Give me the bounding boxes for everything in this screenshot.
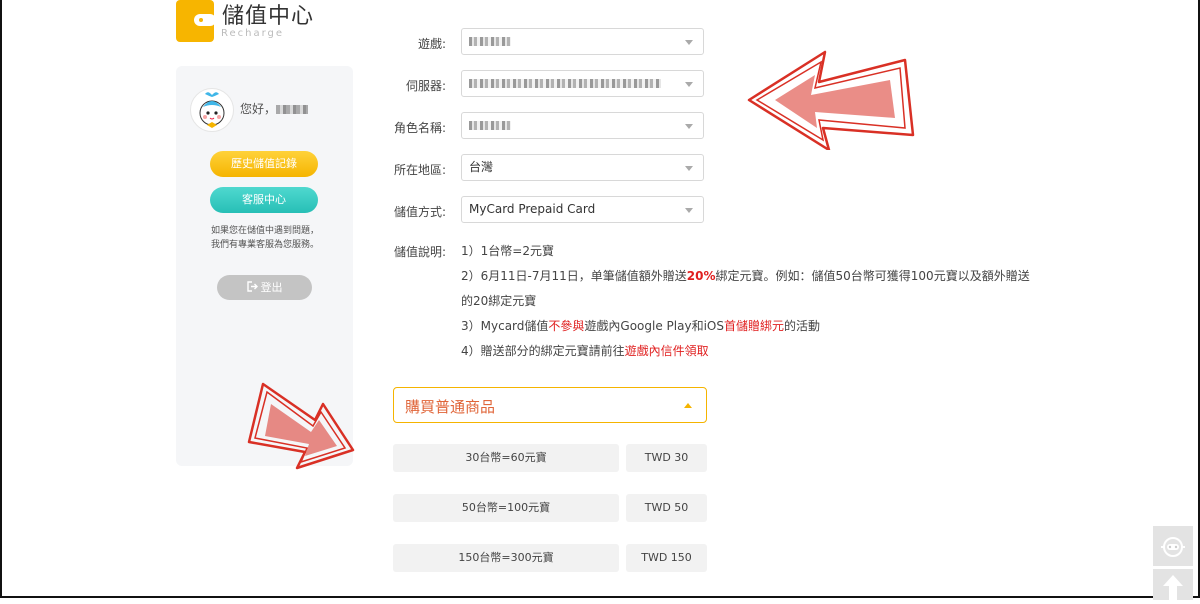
region-value: 台灣 xyxy=(469,160,494,174)
help-text-line: 如果您在儲值中遇到問題， xyxy=(210,226,319,236)
character-value-redacted xyxy=(469,121,511,130)
description-line-2: 2）6月11日-7月11日，单筆儲值額外贈送20%綁定元寶。例如：儲值50台幣可… xyxy=(461,267,1030,284)
help-text: 如果您在儲值中遇到問題， 我們有專業客服為您服務。 xyxy=(190,224,340,252)
description-line-1: 1）1台幣=2元寶 xyxy=(461,244,554,258)
product-price[interactable]: TWD 30 xyxy=(626,444,707,472)
description-text: 2）6月11日-7月11日，单筆儲值額外贈送 xyxy=(461,269,687,283)
description-line-4: 4）贈送部分的綁定元寶請前往遊戲內信件領取 xyxy=(461,342,709,359)
game-value-redacted xyxy=(469,37,511,46)
chevron-down-icon xyxy=(685,40,693,45)
chevron-down-icon xyxy=(685,82,693,87)
description-text: 綁定元寶。例如：儲值50台幣可獲得100元寶以及額外贈送 xyxy=(715,269,1030,283)
game-select[interactable] xyxy=(461,28,704,55)
description-highlight: 20% xyxy=(686,269,716,283)
description-line-3: 3）Mycard儲值不參與遊戲內Google Play和iOS首儲贈綁元的活動 xyxy=(461,317,820,334)
chevron-down-icon xyxy=(685,166,693,171)
description-highlight: 首儲贈綁元 xyxy=(723,319,784,333)
product-option[interactable]: 50台幣=100元寶 xyxy=(393,494,619,522)
back-to-top-button[interactable] xyxy=(1153,569,1193,600)
greeting-label: 您好， xyxy=(240,102,277,116)
method-label: 儲值方式: xyxy=(393,205,446,219)
logout-icon xyxy=(246,281,258,292)
description-text: 的活動 xyxy=(783,319,820,333)
arrow-up-icon xyxy=(1163,575,1183,600)
product-price[interactable]: TWD 150 xyxy=(626,544,707,572)
avatar xyxy=(190,88,234,132)
annotation-arrow-right xyxy=(247,382,355,470)
server-label: 伺服器: xyxy=(405,79,446,93)
chevron-down-icon xyxy=(685,208,693,213)
chevron-down-icon xyxy=(685,124,693,129)
purchase-section-toggle[interactable]: 購買普通商品 xyxy=(393,387,707,423)
logout-button[interactable]: 登出 xyxy=(217,275,312,300)
server-value-redacted xyxy=(469,79,661,88)
game-label: 遊戲: xyxy=(417,37,446,51)
help-text-line: 我們有專業客服為您服務。 xyxy=(210,240,319,250)
payment-method-value: MyCard Prepaid Card xyxy=(469,202,596,216)
region-label: 所在地區: xyxy=(393,163,446,177)
product-option[interactable]: 150台幣=300元寶 xyxy=(393,544,619,572)
chat-robot-icon xyxy=(1161,537,1185,557)
description-text: 3）Mycard儲值 xyxy=(461,319,549,333)
character-label: 角色名稱: xyxy=(393,121,446,135)
logout-label: 登出 xyxy=(260,281,283,294)
wallet-icon xyxy=(176,0,216,42)
purchase-section-label: 購買普通商品 xyxy=(405,398,496,416)
description-text: 遊戲內Google Play和iOS xyxy=(584,319,724,333)
product-price[interactable]: TWD 50 xyxy=(626,494,707,522)
description-highlight: 遊戲內信件領取 xyxy=(624,344,709,358)
username-redacted xyxy=(276,105,309,114)
chevron-up-icon xyxy=(684,403,692,408)
history-button[interactable]: 歷史儲值記錄 xyxy=(210,151,318,177)
description-highlight: 不參與 xyxy=(548,319,585,333)
annotation-arrow-left xyxy=(747,50,915,150)
payment-method-select[interactable]: MyCard Prepaid Card xyxy=(461,196,704,223)
greeting-text: 您好， xyxy=(240,100,309,117)
product-option[interactable]: 30台幣=60元寶 xyxy=(393,444,619,472)
region-select[interactable]: 台灣 xyxy=(461,154,704,181)
page-title: 儲值中心 xyxy=(222,4,315,29)
server-select[interactable] xyxy=(461,70,704,97)
description-text: 4）贈送部分的綁定元寶請前往 xyxy=(461,344,625,358)
chat-button[interactable] xyxy=(1153,526,1193,566)
character-select[interactable] xyxy=(461,112,704,139)
description-line-2-cont: 的20綁定元寶 xyxy=(461,294,537,308)
customer-service-button[interactable]: 客服中心 xyxy=(210,187,318,213)
page-subtitle: Recharge xyxy=(221,28,285,39)
description-label: 儲值說明: xyxy=(393,245,446,259)
